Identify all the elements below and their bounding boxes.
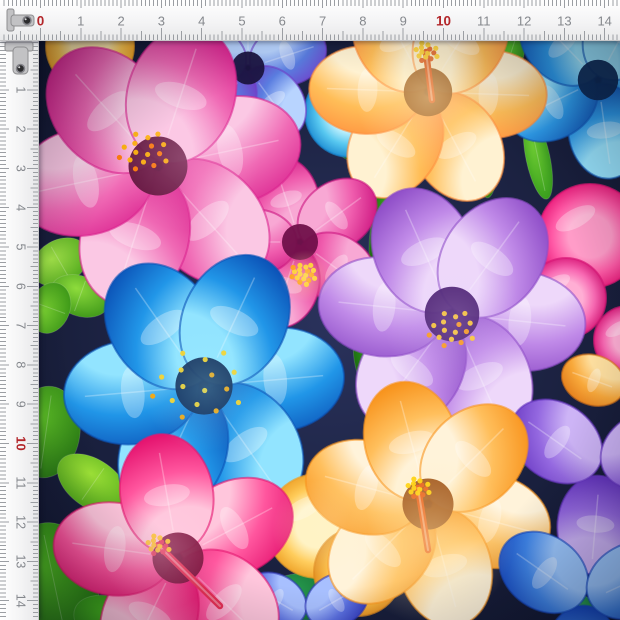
vruler-number-5: 5 <box>14 244 28 251</box>
vruler-number-1: 1 <box>14 86 28 93</box>
vruler-number-3: 3 <box>14 165 28 172</box>
hruler-number-14: 14 <box>597 14 611 29</box>
vruler-number-11: 11 <box>14 476 28 489</box>
hruler-number-7: 7 <box>319 14 326 29</box>
hruler-number-2: 2 <box>117 14 124 29</box>
vruler-number-7: 7 <box>14 322 28 329</box>
vruler-rivet-hole <box>17 65 25 73</box>
hruler-number-6: 6 <box>279 14 286 29</box>
vruler-number-12: 12 <box>14 515 28 529</box>
vignette <box>38 40 620 620</box>
hruler-number-11: 11 <box>477 14 491 29</box>
vertical-ruler: 1234567891011121314 <box>0 40 39 620</box>
hruler-number-12: 12 <box>517 14 531 29</box>
vruler-number-8: 8 <box>14 361 28 368</box>
vruler-number-13: 13 <box>14 554 28 568</box>
vertical-ruler-scale: 1234567891011121314 <box>0 40 38 620</box>
horizontal-ruler-scale: 01234567891011121314 <box>0 0 620 40</box>
vruler-metal-end <box>5 42 33 74</box>
hruler-number-1: 1 <box>77 14 84 29</box>
vruler-number-6: 6 <box>14 283 28 290</box>
hruler-number-13: 13 <box>557 14 571 29</box>
flower-fabric-photo <box>38 40 620 620</box>
vruler-number-14: 14 <box>14 594 28 608</box>
hruler-number-5: 5 <box>238 14 245 29</box>
hruler-number-8: 8 <box>359 14 366 29</box>
vruler-number-9: 9 <box>14 401 28 408</box>
fabric-scale-photo: 1234567891011121314 01234567891011121314 <box>0 0 620 620</box>
vruler-number-10: 10 <box>14 436 29 450</box>
horizontal-ruler: 01234567891011121314 <box>0 0 620 41</box>
hruler-number-0: 0 <box>37 14 45 29</box>
hruler-number-10: 10 <box>436 14 451 29</box>
hruler-number-4: 4 <box>198 14 205 29</box>
vruler-number-2: 2 <box>14 126 28 133</box>
hruler-rivet-hole <box>23 17 31 25</box>
hruler-metal-end <box>7 9 34 31</box>
hruler-number-3: 3 <box>158 14 165 29</box>
vruler-number-4: 4 <box>14 204 28 211</box>
hruler-number-9: 9 <box>400 14 407 29</box>
